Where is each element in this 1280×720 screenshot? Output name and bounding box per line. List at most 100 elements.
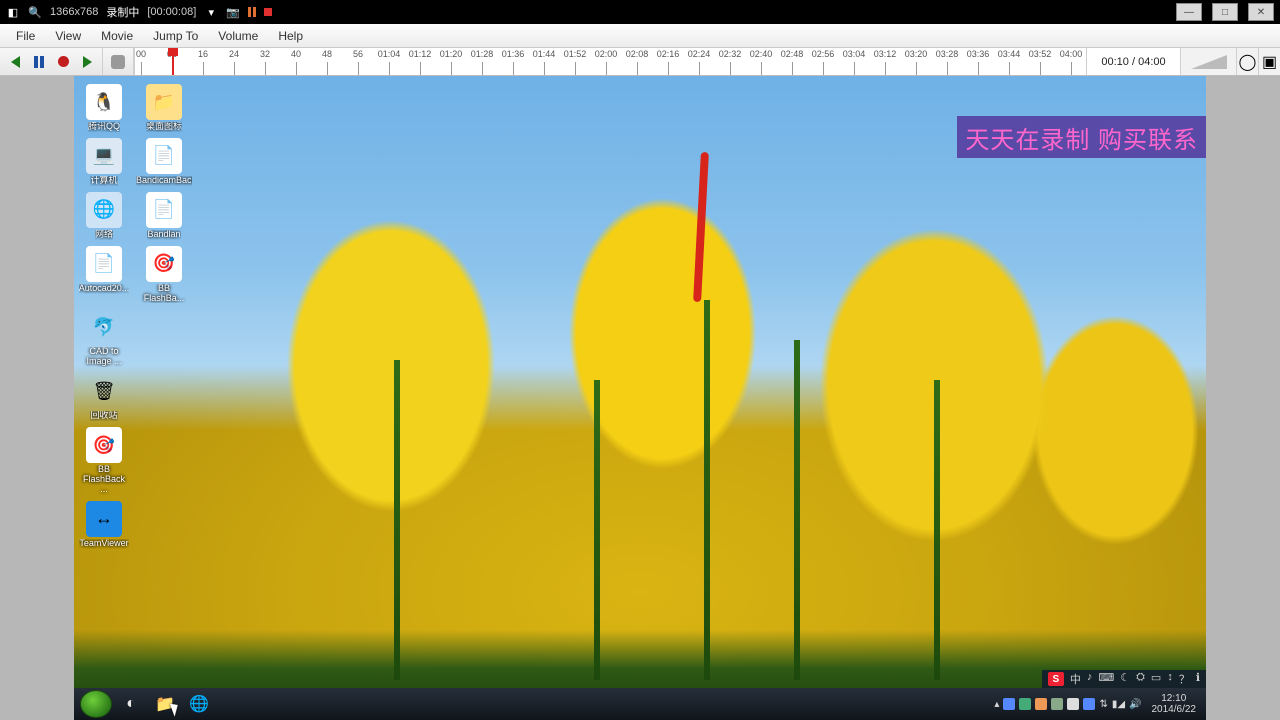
app-icon: 💻	[86, 138, 122, 174]
overlay-banner: 天天在录制 购买联系	[957, 116, 1206, 158]
menu-bar: File View Movie Jump To Volume Help	[0, 24, 1280, 48]
icon-label: TeamViewer	[79, 539, 128, 549]
magnifier-icon[interactable]: 🔍	[28, 5, 42, 19]
desktop-icon[interactable]: 🎯BB FlashBack ...	[78, 427, 130, 495]
tray-icon[interactable]	[1067, 698, 1079, 710]
recorder-stop-button[interactable]	[264, 8, 272, 16]
toolbar: 000816243240485601:0401:1201:2001:2801:3…	[0, 48, 1280, 76]
desktop-icon[interactable]: 📄 Bandlan	[138, 192, 190, 240]
resolution-text: 1366x768	[50, 6, 98, 18]
desktop-icon[interactable]: 🗑 回收站	[78, 373, 130, 421]
desktop-icon[interactable]: 🌐 网络	[78, 192, 130, 240]
app-icon: 🐬	[86, 309, 122, 345]
close-button[interactable]: ✕	[1248, 3, 1274, 21]
minimize-button[interactable]: —	[1176, 3, 1202, 21]
app-icon: 🎯	[86, 427, 122, 463]
tray-icon[interactable]	[1035, 698, 1047, 710]
icon-label: BandicamBack	[136, 176, 192, 186]
desktop-icon[interactable]: 🐧 腾讯QQ	[78, 84, 130, 132]
taskbar-pin[interactable]: ◐	[116, 691, 146, 717]
menu-view[interactable]: View	[45, 26, 91, 46]
volume-slider[interactable]	[1180, 48, 1236, 75]
fullscreen-icon[interactable]: ▣	[1258, 48, 1280, 75]
app-icon: 🗑	[86, 373, 122, 409]
camera-icon[interactable]: 📷	[226, 5, 240, 19]
wifi-icon[interactable]: ▮◢	[1112, 699, 1125, 710]
menu-movie[interactable]: Movie	[91, 26, 143, 46]
app-icon: 🌐	[86, 192, 122, 228]
record-button[interactable]	[52, 51, 74, 73]
language-bar[interactable]: S 中 ♪ ⌨ ☾ ⛭ ▭ ↕ ？ ℹ	[1042, 670, 1206, 688]
tray-arrow-icon[interactable]: ▴	[994, 699, 999, 710]
start-button[interactable]	[80, 690, 112, 718]
wallpaper	[74, 76, 1206, 720]
menu-volume[interactable]: Volume	[208, 26, 268, 46]
desktop-icon[interactable]: 📁 桌面图标	[138, 84, 190, 132]
recorder-bar: ◧ 🔍 1366x768 录制中 [00:00:08] ▾ 📷 — □ ✕	[0, 0, 1280, 24]
mic-button[interactable]	[107, 51, 129, 73]
desktop-icon[interactable]: ↔ TeamViewer	[78, 501, 130, 549]
lang-bar-item[interactable]: ℹ	[1196, 671, 1200, 687]
icon-label: 网络	[95, 230, 113, 240]
timeline-ruler[interactable]: 000816243240485601:0401:1201:2001:2801:3…	[134, 48, 1086, 75]
settings-icon[interactable]: ◯	[1236, 48, 1258, 75]
icon-label: 腾讯QQ	[88, 122, 120, 132]
icon-label: Bandlan	[147, 230, 180, 240]
dropdown-icon[interactable]: ▾	[204, 5, 218, 19]
lang-bar-item[interactable]: ♪	[1087, 671, 1093, 687]
menu-file[interactable]: File	[6, 26, 45, 46]
volume-icon[interactable]: 🔊	[1129, 699, 1141, 710]
desktop-icon[interactable]: 📄 Autocad20...	[78, 246, 130, 304]
lang-bar-item[interactable]: ⌨	[1098, 671, 1114, 687]
step-forward-button[interactable]	[76, 51, 98, 73]
desktop-icon[interactable]: 📄 BandicamBack	[138, 138, 190, 186]
app-icon: ↔	[86, 501, 122, 537]
taskbar: ◐📁🌐 ▴ ⇅ ▮◢ 🔊 12:102014/6/22	[74, 688, 1206, 720]
playhead[interactable]	[172, 48, 174, 75]
ime-s-icon[interactable]: S	[1048, 672, 1064, 686]
elapsed-time: [00:00:08]	[147, 6, 196, 18]
icon-label: CAD to Image ...	[78, 347, 130, 367]
icon-label: BB FlashBa...	[138, 284, 190, 304]
desktop-icon[interactable]: 🎯BB FlashBa...	[138, 246, 190, 304]
lang-bar-item[interactable]: ▭	[1151, 671, 1161, 687]
menu-jumpto[interactable]: Jump To	[143, 26, 208, 46]
tray-icon[interactable]	[1083, 698, 1095, 710]
tray-icon[interactable]	[1019, 698, 1031, 710]
window-icon: ◧	[6, 5, 20, 19]
icon-label: 回收站	[90, 411, 117, 421]
captured-screen: 天天在录制 购买联系 🐧 腾讯QQ 📁 桌面图标 💻 计算机 📄 BandicamBack 🌐 网…	[74, 76, 1206, 720]
taskbar-pin[interactable]: 🌐	[184, 691, 214, 717]
icon-label: 桌面图标	[146, 122, 182, 132]
icon-label: BB FlashBack ...	[78, 465, 130, 495]
app-icon: 📄	[146, 192, 182, 228]
system-tray[interactable]: ▴ ⇅ ▮◢ 🔊 12:102014/6/22	[994, 693, 1200, 715]
lang-bar-item[interactable]: 中	[1070, 671, 1081, 687]
tray-icon[interactable]	[1051, 698, 1063, 710]
step-back-button[interactable]	[4, 51, 26, 73]
recording-status: 录制中	[106, 4, 139, 20]
app-icon: 📄	[146, 138, 182, 174]
app-icon: 📁	[146, 84, 182, 120]
lang-bar-item[interactable]: ↕	[1167, 671, 1173, 687]
time-display: 00:10 / 04:00	[1086, 48, 1180, 75]
app-icon: 🎯	[146, 246, 182, 282]
recorder-pause-button[interactable]	[248, 7, 256, 17]
app-icon: 📄	[86, 246, 122, 282]
maximize-button[interactable]: □	[1212, 3, 1238, 21]
app-icon: 🐧	[86, 84, 122, 120]
desktop-icon[interactable]: 🐬CAD to Image ...	[78, 309, 130, 367]
menu-help[interactable]: Help	[268, 26, 313, 46]
desktop-icons: 🐧 腾讯QQ 📁 桌面图标 💻 计算机 📄 BandicamBack 🌐 网络 📄 Bandlan 📄 A…	[78, 84, 190, 549]
pause-button[interactable]	[28, 51, 50, 73]
network-icon[interactable]: ⇅	[1099, 699, 1107, 710]
preview-viewport: 天天在录制 购买联系 🐧 腾讯QQ 📁 桌面图标 💻 计算机 📄 BandicamBack 🌐 网…	[0, 76, 1280, 720]
icon-label: Autocad20...	[79, 284, 130, 294]
tray-icon[interactable]	[1003, 698, 1015, 710]
lang-bar-item[interactable]: ⛭	[1136, 671, 1145, 687]
icon-label: 计算机	[90, 176, 117, 186]
desktop-icon[interactable]: 💻 计算机	[78, 138, 130, 186]
lang-bar-item[interactable]: ？	[1179, 671, 1190, 687]
lang-bar-item[interactable]: ☾	[1120, 671, 1130, 687]
tray-clock[interactable]: 12:102014/6/22	[1152, 693, 1197, 715]
